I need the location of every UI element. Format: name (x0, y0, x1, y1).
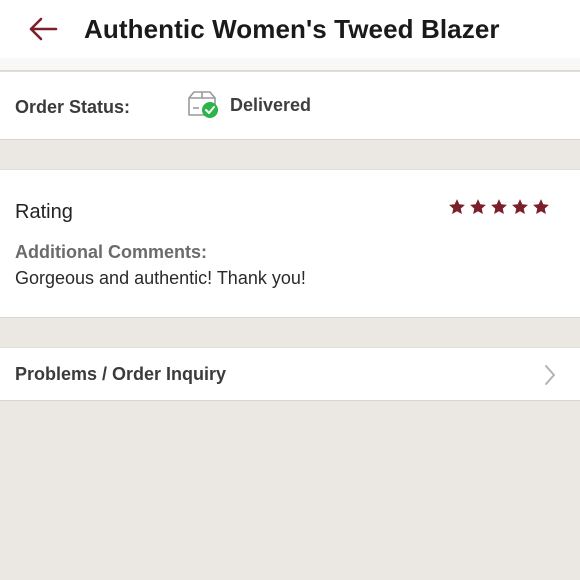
problems-order-inquiry-row[interactable]: Problems / Order Inquiry (0, 347, 580, 401)
order-status-value: Delivered (230, 95, 312, 115)
chevron-right-icon (545, 365, 555, 385)
comments-text: Gorgeous and authentic! Thank you! (15, 268, 306, 288)
arrow-left-icon (29, 17, 58, 41)
star-icon (470, 199, 486, 215)
top-nav-bar: Authentic Women's Tweed Blazer (0, 0, 580, 58)
star-icon (491, 199, 507, 215)
problems-label: Problems / Order Inquiry (15, 364, 227, 384)
star-rating (448, 198, 550, 216)
rating-label: Rating (15, 201, 73, 223)
header-divider (0, 58, 580, 71)
order-status-section: Order Status: Delivered (0, 71, 580, 140)
page-title: Authentic Women's Tweed Blazer (84, 13, 500, 44)
review-section: Rating Additional Comments: Gorgeous and… (0, 169, 580, 318)
star-icon (512, 199, 528, 215)
star-icon (533, 199, 549, 215)
star-icon (449, 199, 465, 215)
back-button[interactable] (28, 17, 58, 41)
order-status-label: Order Status: (15, 97, 131, 117)
comments-label: Additional Comments: (15, 242, 207, 262)
package-delivered-icon (188, 91, 218, 118)
